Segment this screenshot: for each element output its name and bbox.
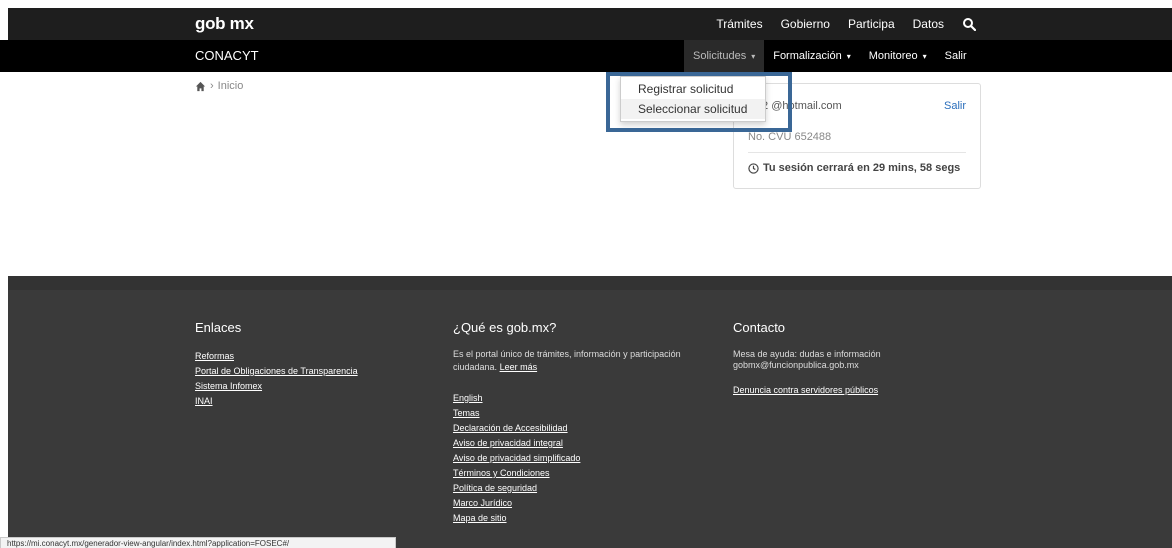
menu-solicitudes[interactable]: Solicitudes ▾: [684, 40, 765, 72]
caret-down-icon: ▾: [846, 51, 851, 61]
top-header: gob mx Trámites Gobierno Participa Datos: [8, 8, 1172, 40]
main-menu: Solicitudes ▾ Formalización ▾ Monitoreo …: [684, 40, 976, 72]
card-divider: [748, 152, 966, 153]
top-nav: Trámites Gobierno Participa Datos: [716, 17, 976, 31]
option-registrar-solicitud[interactable]: Registrar solicitud: [621, 79, 765, 99]
footer-contacto-title: Contacto: [733, 320, 786, 335]
footer-link[interactable]: Reformas: [195, 349, 415, 364]
footer-que-es: ¿Qué es gob.mx? Es el portal único de tr…: [453, 320, 723, 526]
footer-strip: [8, 276, 1172, 290]
footer-link[interactable]: English: [453, 391, 723, 406]
session-timer: Tu sesión cerrará en 29 mins, 58 segs: [748, 162, 960, 174]
menu-label: Solicitudes: [693, 50, 747, 62]
footer-link[interactable]: Declaración de Accesibilidad: [453, 421, 723, 436]
nav-gobierno[interactable]: Gobierno: [781, 17, 830, 31]
option-seleccionar-solicitud[interactable]: Seleccionar solicitud: [621, 99, 765, 119]
search-icon[interactable]: [962, 17, 976, 31]
site-brand[interactable]: CONACYT: [195, 48, 259, 63]
nav-participa[interactable]: Participa: [848, 17, 895, 31]
menu-label: Monitoreo: [868, 50, 918, 62]
footer-link[interactable]: Política de seguridad: [453, 481, 723, 496]
footer-description: Es el portal único de trámites, informac…: [453, 349, 723, 375]
footer: Enlaces Reformas Portal de Obligaciones …: [8, 290, 1172, 548]
footer-link[interactable]: Portal de Obligaciones de Transparencia: [195, 364, 415, 379]
breadcrumb-separator: ›: [210, 80, 214, 92]
cvu-number: No. CVU 652488: [748, 131, 832, 143]
footer-link[interactable]: Temas: [453, 406, 723, 421]
gobmx-logo[interactable]: gob mx: [195, 14, 254, 34]
footer-link[interactable]: Mapa de sitio: [453, 511, 723, 526]
logout-link[interactable]: Salir: [944, 100, 966, 112]
clock-icon: [748, 162, 759, 174]
session-timer-text: Tu sesión cerrará en 29 mins, 58 segs: [763, 162, 961, 174]
breadcrumb: › Inicio: [195, 80, 243, 92]
footer-link[interactable]: Aviso de privacidad simplificado: [453, 451, 723, 466]
solicitudes-dropdown: Registrar solicitud Seleccionar solicitu…: [620, 76, 766, 122]
contact-line: Mesa de ayuda: dudas e información: [733, 349, 881, 359]
footer-contacto: Contacto Mesa de ayuda: dudas e informac…: [733, 320, 973, 398]
description-text: Es el portal único de trámites, informac…: [453, 349, 681, 372]
menu-formalizacion[interactable]: Formalización ▾: [764, 40, 859, 72]
menu-monitoreo[interactable]: Monitoreo ▾: [860, 40, 936, 72]
read-more-link[interactable]: Leer más: [500, 362, 538, 372]
footer-enlaces: Enlaces Reformas Portal de Obligaciones …: [195, 320, 415, 409]
footer-link[interactable]: INAI: [195, 394, 415, 409]
footer-link[interactable]: Sistema Infomex: [195, 379, 415, 394]
home-icon[interactable]: [195, 81, 206, 92]
nav-tramites[interactable]: Trámites: [716, 17, 762, 31]
footer-link[interactable]: Términos y Condiciones: [453, 466, 723, 481]
menu-label: Salir: [944, 50, 967, 62]
caret-down-icon: ▾: [751, 51, 756, 61]
breadcrumb-inicio[interactable]: Inicio: [218, 80, 244, 92]
footer-link[interactable]: Marco Jurídico: [453, 496, 723, 511]
caret-down-icon: ▾: [922, 51, 927, 61]
menu-salir[interactable]: Salir: [936, 40, 976, 72]
user-session-card: is_2 @hotmail.com Salir No. CVU 652488 T…: [733, 83, 981, 189]
browser-status-bar: https://mi.conacyt.mx/generador-view-ang…: [0, 537, 396, 548]
denuncia-link[interactable]: Denuncia contra servidores públicos: [733, 383, 973, 398]
site-header: CONACYT Solicitudes ▾ Formalización ▾ Mo…: [0, 40, 1172, 72]
contact-email: gobmx@funcionpublica.gob.mx: [733, 360, 859, 370]
footer-que-es-title: ¿Qué es gob.mx?: [453, 320, 557, 335]
footer-enlaces-title: Enlaces: [195, 320, 242, 335]
footer-link[interactable]: Aviso de privacidad integral: [453, 436, 723, 451]
nav-datos[interactable]: Datos: [913, 17, 944, 31]
menu-label: Formalización: [773, 50, 842, 62]
